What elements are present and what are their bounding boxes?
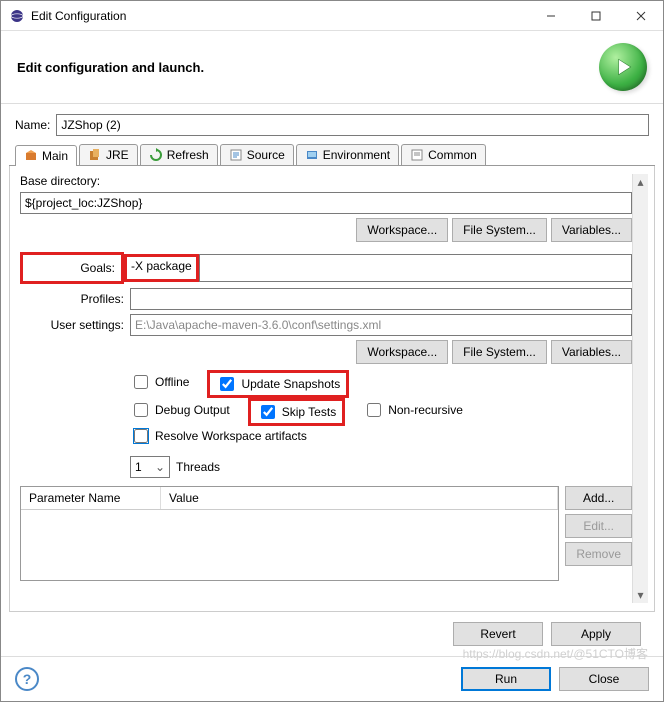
dialog-window: Edit Configuration Edit configuration an…	[0, 0, 664, 702]
table-body	[21, 510, 558, 580]
tab-bar: Main JRE Refresh Source Environment Comm…	[9, 144, 655, 166]
variables-button-2[interactable]: Variables...	[551, 340, 632, 364]
close-button[interactable]	[618, 1, 663, 30]
tab-environment[interactable]: Environment	[296, 144, 399, 165]
common-icon	[410, 148, 424, 162]
threads-spinner[interactable]: 1⌄	[130, 456, 170, 478]
refresh-icon	[149, 148, 163, 162]
workspace-button[interactable]: Workspace...	[356, 218, 448, 242]
scrollbar[interactable]: ▴ ▾	[632, 174, 648, 603]
skip-tests-checkbox[interactable]: Skip Tests	[257, 402, 336, 422]
threads-label: Threads	[176, 460, 220, 474]
column-parameter-name[interactable]: Parameter Name	[21, 487, 161, 509]
goals-value: -X package	[131, 259, 192, 273]
scroll-up-icon[interactable]: ▴	[633, 174, 648, 190]
run-icon	[599, 43, 647, 91]
parameters-table[interactable]: Parameter Name Value	[20, 486, 559, 581]
tab-content-main: Base directory: Workspace... File System…	[9, 166, 655, 612]
profiles-input[interactable]	[130, 288, 632, 310]
user-settings-input[interactable]	[130, 314, 632, 336]
filesystem-button[interactable]: File System...	[452, 218, 547, 242]
filesystem-button-2[interactable]: File System...	[452, 340, 547, 364]
banner: Edit configuration and launch.	[1, 31, 663, 104]
environment-icon	[305, 148, 319, 162]
window-title: Edit Configuration	[31, 9, 528, 23]
goals-label: Goals:	[20, 252, 124, 284]
close-dialog-button[interactable]: Close	[559, 667, 649, 691]
debug-output-checkbox[interactable]: Debug Output	[130, 398, 230, 422]
apply-button[interactable]: Apply	[551, 622, 641, 646]
name-input[interactable]	[56, 114, 649, 136]
resolve-workspace-checkbox[interactable]: Resolve Workspace artifacts	[130, 426, 307, 446]
chevron-down-icon: ⌄	[155, 460, 165, 474]
source-icon	[229, 148, 243, 162]
update-snapshots-checkbox[interactable]: Update Snapshots	[216, 374, 340, 394]
revert-button[interactable]: Revert	[453, 622, 543, 646]
jre-icon	[88, 148, 102, 162]
eclipse-icon	[9, 8, 25, 24]
variables-button[interactable]: Variables...	[551, 218, 632, 242]
run-button[interactable]: Run	[461, 667, 551, 691]
offline-checkbox[interactable]: Offline	[130, 370, 189, 394]
tab-source[interactable]: Source	[220, 144, 294, 165]
column-value[interactable]: Value	[161, 487, 558, 509]
minimize-button[interactable]	[528, 1, 573, 30]
add-button[interactable]: Add...	[565, 486, 632, 510]
help-button[interactable]: ?	[15, 667, 39, 691]
tab-refresh[interactable]: Refresh	[140, 144, 218, 165]
scroll-down-icon[interactable]: ▾	[633, 587, 648, 603]
tab-common[interactable]: Common	[401, 144, 486, 165]
maven-icon	[24, 149, 38, 163]
maximize-button[interactable]	[573, 1, 618, 30]
titlebar: Edit Configuration	[1, 1, 663, 31]
workspace-button-2[interactable]: Workspace...	[356, 340, 448, 364]
remove-button[interactable]: Remove	[565, 542, 632, 566]
base-dir-label: Base directory:	[20, 174, 632, 188]
tab-main[interactable]: Main	[15, 145, 77, 166]
profiles-label: Profiles:	[20, 292, 130, 306]
tab-jre[interactable]: JRE	[79, 144, 138, 165]
goals-input[interactable]	[199, 254, 632, 282]
user-settings-label: User settings:	[20, 318, 130, 332]
name-label: Name:	[15, 118, 50, 132]
non-recursive-checkbox[interactable]: Non-recursive	[363, 398, 463, 422]
base-dir-input[interactable]	[20, 192, 632, 214]
banner-text: Edit configuration and launch.	[17, 60, 599, 75]
edit-button[interactable]: Edit...	[565, 514, 632, 538]
